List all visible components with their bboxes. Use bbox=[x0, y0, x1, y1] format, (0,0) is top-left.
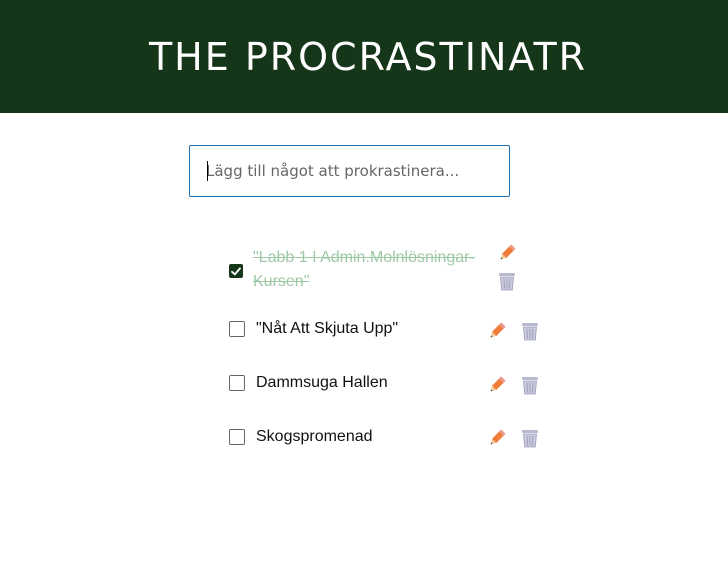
trash-icon[interactable] bbox=[519, 320, 541, 342]
todo-item: "Nåt Att Skjuta Upp" bbox=[229, 320, 398, 338]
trash-icon[interactable] bbox=[519, 427, 541, 449]
pencil-icon[interactable] bbox=[486, 374, 508, 396]
checkmark-icon bbox=[231, 267, 241, 275]
todo-item: Dammsuga Hallen bbox=[229, 374, 388, 392]
todo-checkbox[interactable] bbox=[229, 375, 245, 391]
todo-checkbox[interactable] bbox=[229, 264, 243, 278]
todo-item: Skogspromenad bbox=[229, 428, 373, 446]
todo-label-line-2: Kursen" bbox=[253, 273, 310, 290]
text-caret bbox=[207, 161, 208, 181]
todo-label: "Nåt Att Skjuta Upp" bbox=[256, 320, 399, 337]
todo-label: Skogspromenad bbox=[256, 428, 373, 445]
pencil-icon[interactable] bbox=[486, 427, 508, 449]
app-header: THE PROCRASTINATR bbox=[0, 0, 728, 113]
todo-label-line-1: "Labb 1 I Admin.Molnlösningar- bbox=[253, 249, 475, 266]
trash-icon[interactable] bbox=[519, 374, 541, 396]
todo-label: "Labb 1 I Admin.Molnlösningar- Kursen" bbox=[253, 246, 493, 294]
pencil-icon[interactable] bbox=[496, 242, 518, 264]
pencil-icon[interactable] bbox=[486, 320, 508, 342]
app-title: THE PROCRASTINATR bbox=[148, 34, 588, 79]
new-todo-input[interactable] bbox=[190, 146, 509, 196]
todo-item: "Labb 1 I Admin.Molnlösningar- Kursen" bbox=[229, 246, 493, 294]
todo-checkbox[interactable] bbox=[229, 429, 245, 445]
new-todo-field-wrapper bbox=[189, 145, 510, 197]
todo-label: Dammsuga Hallen bbox=[256, 374, 388, 391]
todo-checkbox[interactable] bbox=[229, 321, 245, 337]
trash-icon[interactable] bbox=[496, 270, 518, 292]
